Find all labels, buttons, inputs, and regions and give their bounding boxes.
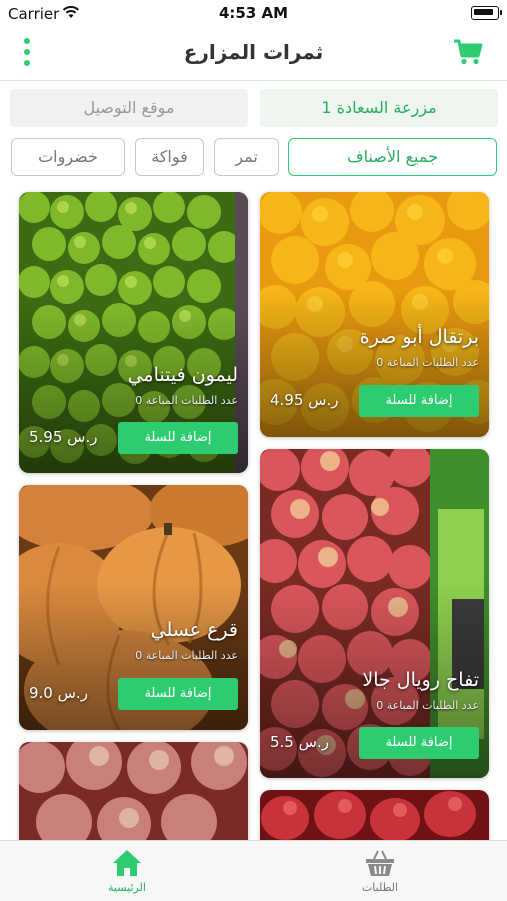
category-vegetables[interactable]: خضروات [11,138,125,176]
basket-icon [366,850,394,876]
product-name: ليمون فيتنامي [127,364,238,386]
page-title: ثمرات المزارع [183,40,324,64]
product-price: 4.95 ر.س [270,391,339,409]
delivery-location-field[interactable]: موقع التوصيل [10,89,248,127]
product-price: 5.95 ر.س [29,428,98,446]
category-dates[interactable]: تمر [214,138,279,176]
product-name: قرع عسلي [150,619,238,641]
tab-home[interactable]: الرئيسية [67,841,187,901]
product-card-pumpkin[interactable]: قرع عسلي عدد الطلبات المباعة 0 إضافة للس… [19,485,248,730]
add-to-cart-button[interactable]: إضافة للسلة [118,422,238,454]
cart-icon[interactable] [453,38,483,66]
farm-select[interactable]: مزرعة السعادة 1 [260,89,498,127]
add-to-cart-button[interactable]: إضافة للسلة [359,727,479,759]
product-orders-count: عدد الطلبات المباعة 0 [135,394,238,407]
category-all[interactable]: جميع الأصناف [288,138,497,176]
product-name: تفاح رويال جالا [362,669,479,691]
product-name: برتقال أبو صرة [359,326,479,348]
add-to-cart-button[interactable]: إضافة للسلة [118,678,238,710]
app-header: ثمرات المزارع [0,26,507,81]
product-card-orange[interactable]: برتقال أبو صرة عدد الطلبات المباعة 0 إضا… [260,192,489,437]
product-price: 9.0 ر.س [29,684,88,702]
tab-orders-label: الطلبات [361,881,399,894]
clock: 4:53 AM [218,4,289,22]
product-orders-count: عدد الطلبات المباعة 0 [376,356,479,369]
product-card-apple[interactable]: تفاح رويال جالا عدد الطلبات المباعة 0 إض… [260,449,489,778]
product-price: 5.5 ر.س [270,733,329,751]
product-orders-count: عدد الطلبات المباعة 0 [135,649,238,662]
battery-icon [471,6,502,20]
product-orders-count: عدد الطلبات المباعة 0 [376,699,479,712]
home-icon [113,850,141,876]
bottom-tab-bar: الرئيسية الطلبات [0,840,507,901]
add-to-cart-button[interactable]: إضافة للسلة [359,385,479,417]
category-fruits[interactable]: فواكة [135,138,204,176]
tab-home-label: الرئيسية [108,881,146,894]
status-bar: Carrier 4:53 AM [0,0,507,26]
product-card-lime[interactable]: ليمون فيتنامي عدد الطلبات المباعة 0 إضاف… [19,192,248,473]
tab-orders[interactable]: الطلبات [320,841,440,901]
